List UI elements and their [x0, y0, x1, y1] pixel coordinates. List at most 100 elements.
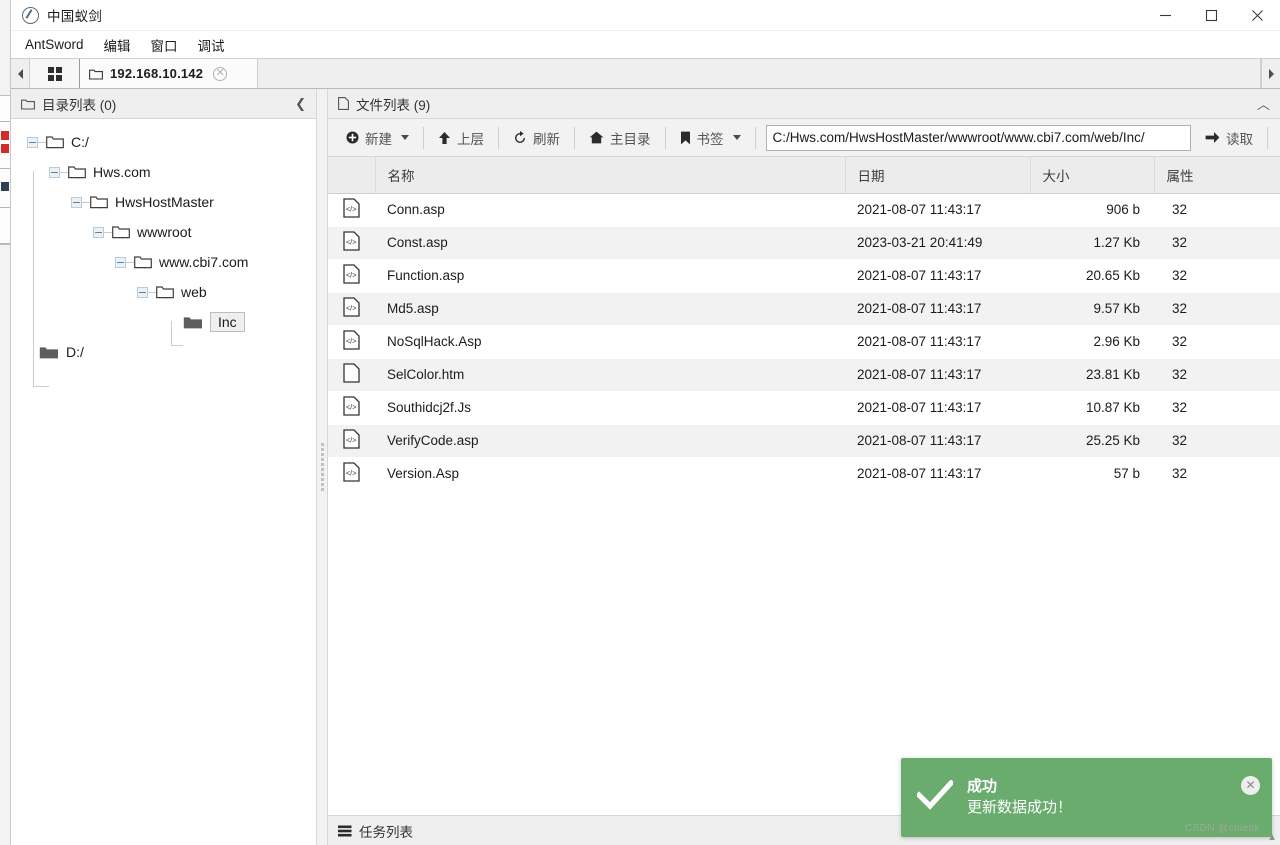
home-icon — [589, 131, 604, 144]
tab-scroll-left-button[interactable] — [11, 59, 30, 88]
scroll-indicator-icon: ▲ — [1267, 832, 1277, 843]
background-divider — [0, 243, 10, 244]
column-header-name[interactable]: 名称 — [375, 157, 845, 193]
file-icon — [338, 97, 349, 110]
tree-expand-toggle[interactable] — [137, 287, 148, 298]
file-size-cell: 9.57 Kb — [1030, 292, 1154, 325]
file-date-cell: 2021-08-07 11:43:17 — [845, 424, 1030, 457]
column-header-icon[interactable] — [328, 157, 375, 193]
code-file-icon: </> — [328, 259, 375, 292]
file-row[interactable]: </>Function.asp2021-08-07 11:43:1720.65 … — [328, 259, 1280, 292]
folder-open-icon — [134, 255, 152, 269]
tree-node-hws-com[interactable]: Hws.com — [11, 157, 316, 187]
background-divider — [0, 121, 10, 122]
svg-text:</>: </> — [346, 304, 357, 313]
background-icon-red — [1, 131, 9, 140]
tree-node-inc[interactable]: Inc — [11, 307, 316, 337]
maximize-button[interactable] — [1188, 0, 1234, 31]
grid-view-icon — [48, 67, 62, 81]
toast-close-button[interactable]: ✕ — [1241, 776, 1260, 795]
file-row[interactable]: </>Conn.asp2021-08-07 11:43:17906 b32 — [328, 193, 1280, 226]
file-attr-cell: 32 — [1154, 226, 1280, 259]
tab-grid-view-button[interactable] — [30, 59, 80, 88]
file-row[interactable]: </>Southidcj2f.Js2021-08-07 11:43:1710.8… — [328, 391, 1280, 424]
background-window-edge — [0, 95, 10, 245]
tab-close-icon[interactable]: ✕ — [213, 67, 227, 81]
file-row[interactable]: </>VerifyCode.asp2021-08-07 11:43:1725.2… — [328, 424, 1280, 457]
file-attr-cell: 32 — [1154, 193, 1280, 226]
tab-192-168-10-142[interactable]: 192.168.10.142 ✕ — [80, 59, 258, 88]
code-file-icon: </> — [328, 325, 375, 358]
file-attr-cell: 32 — [1154, 457, 1280, 490]
file-name-cell: Md5.asp — [375, 292, 845, 325]
file-row[interactable]: </>NoSqlHack.Asp2021-08-07 11:43:172.96 … — [328, 325, 1280, 358]
chevron-down-icon[interactable] — [733, 135, 741, 140]
tree-expand-toggle[interactable] — [115, 257, 126, 268]
tree-connector — [33, 386, 49, 387]
new-button[interactable]: 新建 — [336, 125, 419, 151]
file-name-cell: Function.asp — [375, 259, 845, 292]
up-button[interactable]: 上层 — [428, 125, 494, 151]
file-name-cell: NoSqlHack.Asp — [375, 325, 845, 358]
file-date-cell: 2021-08-07 11:43:17 — [845, 292, 1030, 325]
folder-icon — [21, 98, 35, 110]
tree-expand-toggle[interactable] — [71, 197, 82, 208]
menu-item-debug[interactable]: 调试 — [196, 33, 227, 57]
refresh-button[interactable]: 刷新 — [503, 125, 570, 151]
file-name-cell: SelColor.htm — [375, 358, 845, 391]
file-panel-collapse-button[interactable]: ︿ — [1257, 94, 1270, 113]
toolbar-divider — [665, 127, 666, 149]
tree-expand-toggle[interactable] — [93, 227, 104, 238]
folder-open-icon — [68, 165, 86, 179]
tree-node-d-drive[interactable]: D:/ — [11, 337, 316, 367]
tree-node-hwshostmaster[interactable]: HwsHostMaster — [11, 187, 316, 217]
plain-file-icon — [328, 358, 375, 391]
chevron-down-icon[interactable] — [401, 135, 409, 140]
toolbar-divider — [755, 127, 756, 149]
file-size-cell: 906 b — [1030, 193, 1154, 226]
file-row[interactable]: </>Const.asp2023-03-21 20:41:491.27 Kb32 — [328, 226, 1280, 259]
file-date-cell: 2023-03-21 20:41:49 — [845, 226, 1030, 259]
file-attr-cell: 32 — [1154, 292, 1280, 325]
window-controls — [1142, 0, 1280, 31]
up-button-label: 上层 — [457, 128, 484, 148]
chevron-left-icon — [17, 69, 24, 79]
home-directory-label: 主目录 — [610, 128, 651, 148]
home-directory-button[interactable]: 主目录 — [579, 125, 661, 151]
svg-text:</>: </> — [346, 436, 357, 445]
column-header-size[interactable]: 大小 — [1030, 157, 1154, 193]
file-row[interactable]: SelColor.htm2021-08-07 11:43:1723.81 Kb3… — [328, 358, 1280, 391]
bookmark-button-label: 书签 — [697, 128, 724, 148]
path-input[interactable] — [766, 125, 1192, 151]
minimize-button[interactable] — [1142, 0, 1188, 31]
tree-node-wwwroot[interactable]: wwwroot — [11, 217, 316, 247]
tree-expand-toggle[interactable] — [49, 167, 60, 178]
file-row[interactable]: </>Version.Asp2021-08-07 11:43:1757 b32 — [328, 457, 1280, 490]
toolbar-divider — [1267, 127, 1268, 149]
code-file-icon: </> — [328, 457, 375, 490]
tree-node-www-cbi7-com[interactable]: www.cbi7.com — [11, 247, 316, 277]
column-header-date[interactable]: 日期 — [845, 157, 1030, 193]
file-date-cell: 2021-08-07 11:43:17 — [845, 193, 1030, 226]
panel-splitter[interactable] — [317, 89, 328, 845]
background-divider — [0, 168, 10, 169]
file-row[interactable]: </> Md5.asp2021-08-07 11:43:179.57 Kb32 — [328, 292, 1280, 325]
tree-connector — [82, 202, 90, 203]
tree-node-c-drive[interactable]: C:/ — [11, 127, 316, 157]
tab-scroll-right-button[interactable] — [1261, 59, 1280, 88]
read-button[interactable]: 读取 — [1195, 125, 1263, 151]
file-date-cell: 2021-08-07 11:43:17 — [845, 325, 1030, 358]
bookmark-button[interactable]: 书签 — [670, 125, 751, 151]
file-attr-cell: 32 — [1154, 259, 1280, 292]
tree-node-web[interactable]: web — [11, 277, 316, 307]
title-bar: 中国蚁剑 — [11, 0, 1280, 31]
tree-expand-toggle[interactable] — [27, 137, 38, 148]
code-file-icon: </> — [328, 226, 375, 259]
menu-item-edit[interactable]: 编辑 — [102, 33, 133, 57]
file-size-cell: 57 b — [1030, 457, 1154, 490]
directory-panel-collapse-button[interactable]: ❮ — [295, 96, 306, 112]
menu-item-antsword[interactable]: AntSword — [23, 35, 86, 54]
menu-item-window[interactable]: 窗口 — [149, 33, 180, 57]
close-button[interactable] — [1234, 0, 1280, 31]
column-header-attribute[interactable]: 属性 — [1154, 157, 1280, 193]
